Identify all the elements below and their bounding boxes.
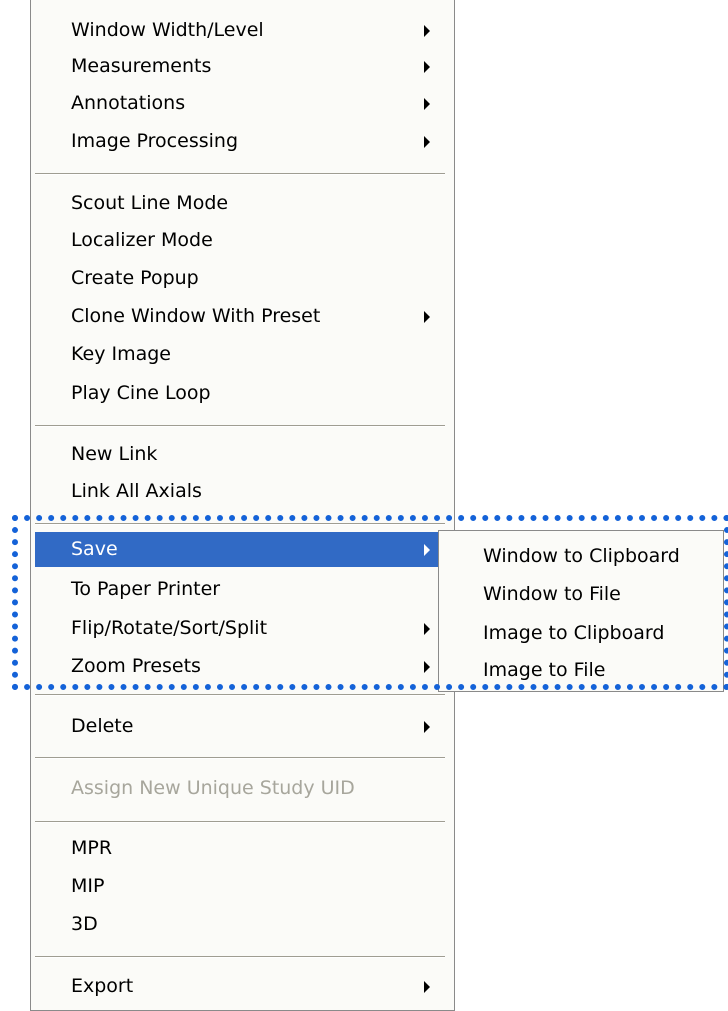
menu-item-label: 3D <box>71 913 98 935</box>
submenu-arrow-icon <box>424 721 430 733</box>
menu-separator <box>35 523 445 525</box>
submenu-item-window-to-clipboard[interactable]: Window to Clipboard <box>439 539 723 574</box>
menu-item-measurements[interactable]: Measurements <box>31 49 454 84</box>
menu-item-label: MPR <box>71 837 113 859</box>
menu-item-label: Export <box>71 975 134 997</box>
submenu-arrow-icon <box>424 544 430 556</box>
menu-separator <box>35 956 445 958</box>
menu-item-image-processing[interactable]: Image Processing <box>31 124 454 159</box>
menu-item-label: Play Cine Loop <box>71 382 211 404</box>
menu-item-label: MIP <box>71 875 105 897</box>
submenu-arrow-icon <box>424 61 430 73</box>
menu-item-localizer-mode[interactable]: Localizer Mode <box>31 223 454 258</box>
submenu-arrow-icon <box>424 981 430 993</box>
menu-item-save[interactable]: Save <box>35 532 448 567</box>
submenu-item-image-to-clipboard[interactable]: Image to Clipboard <box>439 616 723 651</box>
menu-item-key-image[interactable]: Key Image <box>31 337 454 372</box>
submenu-item-label: Image to File <box>483 659 606 681</box>
menu-item-flip-rotate-sort-split[interactable]: Flip/Rotate/Sort/Split <box>31 611 454 646</box>
submenu-item-window-to-file[interactable]: Window to File <box>439 577 723 612</box>
menu-item-delete[interactable]: Delete <box>31 709 454 744</box>
menu-item-label: Clone Window With Preset <box>71 305 321 327</box>
menu-item-label: Localizer Mode <box>71 229 213 251</box>
save-submenu: Window to Clipboard Window to File Image… <box>438 530 724 692</box>
submenu-arrow-icon <box>424 311 430 323</box>
submenu-item-label: Image to Clipboard <box>483 622 665 644</box>
menu-item-assign-new-unique-study-uid: Assign New Unique Study UID <box>31 771 454 806</box>
menu-item-label: Assign New Unique Study UID <box>71 777 355 799</box>
menu-item-label: Measurements <box>71 55 212 77</box>
menu-item-label: Annotations <box>71 92 186 114</box>
menu-item-link-all-axials[interactable]: Link All Axials <box>31 474 454 509</box>
menu-separator <box>35 821 445 823</box>
menu-item-export[interactable]: Export <box>31 969 454 1004</box>
menu-item-to-paper-printer[interactable]: To Paper Printer <box>31 572 454 607</box>
menu-item-label: Zoom Presets <box>71 655 201 677</box>
menu-item-mip[interactable]: MIP <box>31 869 454 904</box>
menu-item-label: Create Popup <box>71 267 199 289</box>
menu-item-annotations[interactable]: Annotations <box>31 86 454 121</box>
menu-item-play-cine-loop[interactable]: Play Cine Loop <box>31 376 454 411</box>
submenu-arrow-icon <box>424 623 430 635</box>
menu-separator <box>35 173 445 175</box>
submenu-item-label: Window to Clipboard <box>483 545 680 567</box>
menu-item-mpr[interactable]: MPR <box>31 831 454 866</box>
submenu-item-label: Window to File <box>483 583 621 605</box>
menu-separator <box>35 425 445 427</box>
menu-item-label: Save <box>71 538 118 560</box>
menu-item-3d[interactable]: 3D <box>31 907 454 942</box>
menu-item-label: New Link <box>71 443 158 465</box>
menu-item-label: Window Width/Level <box>71 19 264 41</box>
menu-separator <box>35 757 445 759</box>
submenu-item-image-to-file[interactable]: Image to File <box>439 653 723 688</box>
menu-item-label: Link All Axials <box>71 480 202 502</box>
menu-item-new-link[interactable]: New Link <box>31 437 454 472</box>
menu-item-label: Scout Line Mode <box>71 192 229 214</box>
menu-item-label: Key Image <box>71 343 171 365</box>
menu-item-window-width-level[interactable]: Window Width/Level <box>31 13 454 48</box>
menu-separator <box>35 694 445 696</box>
menu-item-zoom-presets[interactable]: Zoom Presets <box>31 649 454 684</box>
submenu-arrow-icon <box>424 661 430 673</box>
menu-item-label: Flip/Rotate/Sort/Split <box>71 617 268 639</box>
menu-item-scout-line-mode[interactable]: Scout Line Mode <box>31 186 454 221</box>
context-menu: Window Width/Level Measurements Annotati… <box>30 0 455 1011</box>
submenu-arrow-icon <box>424 136 430 148</box>
menu-item-label: Delete <box>71 715 134 737</box>
menu-item-label: Image Processing <box>71 130 239 152</box>
submenu-arrow-icon <box>424 98 430 110</box>
menu-item-label: To Paper Printer <box>71 578 221 600</box>
menu-item-create-popup[interactable]: Create Popup <box>31 261 454 296</box>
submenu-arrow-icon <box>424 25 430 37</box>
menu-item-clone-window-with-preset[interactable]: Clone Window With Preset <box>31 299 454 334</box>
